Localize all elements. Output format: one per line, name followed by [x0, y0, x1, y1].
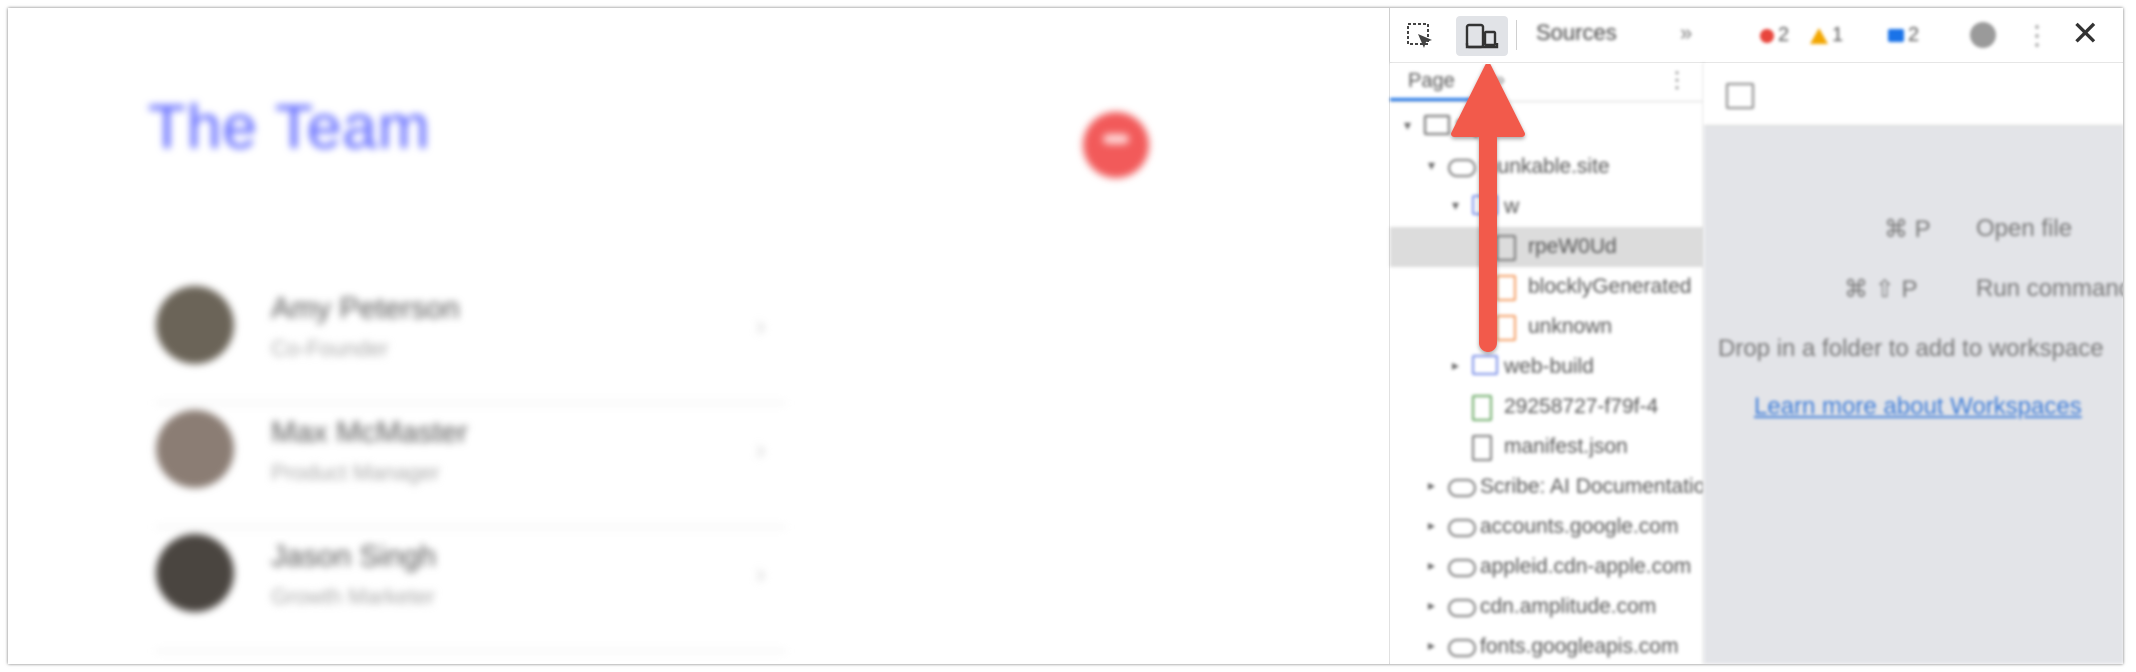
tree-item-label: fonts.googleapis.com	[1480, 635, 1679, 658]
shortcut-label: Run command	[1976, 275, 2123, 302]
learn-more-link[interactable]: Learn more about Workspaces	[1754, 393, 2082, 421]
expand-right-icon[interactable]: ▸	[1428, 557, 1435, 574]
device-toolbar-icon[interactable]	[1456, 16, 1508, 56]
shortcut-keys: ⌘ P	[1884, 216, 1931, 243]
tree-item[interactable]: 29258727-f79f-4	[1390, 387, 1703, 427]
list-item[interactable]: Amy Peterson Co-Founder ›	[156, 280, 786, 404]
file-icon	[1472, 435, 1492, 461]
drop-folder-hint: Drop in a folder to add to workspace	[1718, 335, 2104, 362]
expand-right-icon[interactable]: ▸	[1428, 477, 1435, 494]
more-tabs-button[interactable]: »	[1680, 20, 1692, 46]
tree-item[interactable]: ▸ web-build	[1390, 347, 1703, 387]
error-count: 2	[1778, 24, 1790, 46]
list-item[interactable]: Max McMaster Product Manager ›	[156, 404, 786, 528]
tree-item[interactable]: ▸ cdn.amplitude.com	[1390, 587, 1703, 627]
tree-item[interactable]: blocklyGenerated	[1390, 267, 1703, 307]
member-role: Product Manager	[271, 460, 440, 485]
tab-sources[interactable]: Sources	[1536, 20, 1617, 46]
file-icon	[1472, 395, 1492, 421]
tree-item[interactable]: ▸ accounts.google.com	[1390, 507, 1703, 547]
tree-item[interactable]: ▸ fonts.googleapis.com	[1390, 627, 1703, 664]
cloud-icon	[1448, 635, 1476, 657]
chevron-right-icon: ›	[756, 310, 766, 341]
tree-item-label: manifest.json	[1504, 435, 1628, 458]
warning-counter[interactable]: 1	[1810, 24, 1843, 47]
tree-item[interactable]: ▾ w	[1390, 187, 1703, 227]
annotation-arrow	[1451, 64, 1525, 352]
tree-item[interactable]: manifest.json	[1390, 427, 1703, 467]
navigator-menu-icon[interactable]: ⋮	[1666, 67, 1688, 93]
inspect-element-icon[interactable]	[1400, 16, 1440, 56]
error-counter[interactable]: 2	[1760, 24, 1789, 47]
toolbar-divider	[1516, 20, 1517, 50]
tree-item[interactable]: unknown	[1390, 307, 1703, 347]
toggle-sidebar-icon[interactable]	[1726, 83, 1754, 109]
app-preview: The Team Amy Peterson Co-Founder › Max M…	[8, 8, 1389, 664]
tree-item[interactable]: ▾top	[1390, 107, 1703, 147]
devtools-toolbar: Sources » 2 1 2 ⋮ ✕	[1390, 8, 2123, 63]
member-photo	[156, 410, 234, 488]
tree-item[interactable]: ▾ thunkable.site	[1390, 147, 1703, 187]
tree-item-label: Scribe: AI Documentation	[1480, 475, 1704, 498]
screenshot-frame: The Team Amy Peterson Co-Founder › Max M…	[8, 8, 2123, 664]
gear-icon[interactable]	[1970, 22, 1996, 48]
chevron-right-icon: ›	[756, 558, 766, 589]
expand-down-icon[interactable]: ▾	[1428, 157, 1435, 174]
expand-right-icon[interactable]: ▸	[1428, 597, 1435, 614]
tree-item-label: 29258727-f79f-4	[1504, 395, 1659, 418]
warning-count: 1	[1832, 24, 1844, 46]
expand-down-icon[interactable]: ▾	[1404, 117, 1411, 134]
avatar[interactable]	[1083, 112, 1149, 178]
editor-area: ⌘ P Open file ⌘ ⇧ P Run command Drop in …	[1704, 63, 2123, 664]
member-name: Jason Singh	[271, 540, 437, 573]
shortcut-keys: ⌘ ⇧ P	[1844, 276, 1918, 303]
chevron-right-icon: ›	[756, 434, 766, 465]
cloud-icon	[1448, 515, 1476, 537]
error-icon	[1760, 28, 1774, 43]
close-icon[interactable]: ✕	[2071, 14, 2100, 54]
expand-right-icon[interactable]: ▸	[1428, 637, 1435, 654]
member-name: Amy Peterson	[271, 292, 460, 325]
warning-icon	[1810, 27, 1828, 44]
expand-right-icon[interactable]: ▸	[1428, 517, 1435, 534]
tree-item-label: cdn.amplitude.com	[1480, 595, 1657, 618]
tree-item-label: blocklyGenerated	[1528, 275, 1692, 298]
message-count: 2	[1908, 24, 1920, 46]
message-counter[interactable]: 2	[1888, 24, 1919, 47]
tree-item-label: unknown	[1528, 315, 1613, 338]
cloud-icon	[1448, 595, 1476, 617]
cloud-icon	[1448, 555, 1476, 577]
tree-item-label: rpeW0Ud	[1528, 235, 1617, 258]
member-photo	[156, 534, 234, 612]
tree-item-label: appleid.cdn-apple.com	[1480, 555, 1692, 578]
tree-item[interactable]: rpeW0Ud	[1390, 227, 1703, 267]
cloud-icon	[1448, 475, 1476, 497]
tree-item-label: accounts.google.com	[1480, 515, 1679, 538]
member-role: Co-Founder	[271, 336, 389, 361]
member-photo	[156, 286, 234, 364]
shortcut-label: Open file	[1976, 215, 2073, 242]
member-name: Max McMaster	[271, 416, 468, 449]
member-role: Growth Marketer	[271, 584, 435, 609]
tree-item[interactable]: ▸ Scribe: AI Documentation	[1390, 467, 1703, 507]
file-navigator: Page » ⋮ ▾top▾thunkable.site▾w rpeW0Ud blo…	[1390, 63, 1704, 664]
page-title: The Team	[148, 93, 431, 162]
editor-header	[1704, 63, 2123, 126]
more-options-icon[interactable]: ⋮	[2024, 20, 2050, 51]
navigator-header: Page » ⋮	[1390, 63, 1703, 102]
tree-item[interactable]: ▸ appleid.cdn-apple.com	[1390, 547, 1703, 587]
message-icon	[1888, 29, 1904, 42]
list-item[interactable]: Jason Singh Growth Marketer ›	[156, 528, 786, 652]
